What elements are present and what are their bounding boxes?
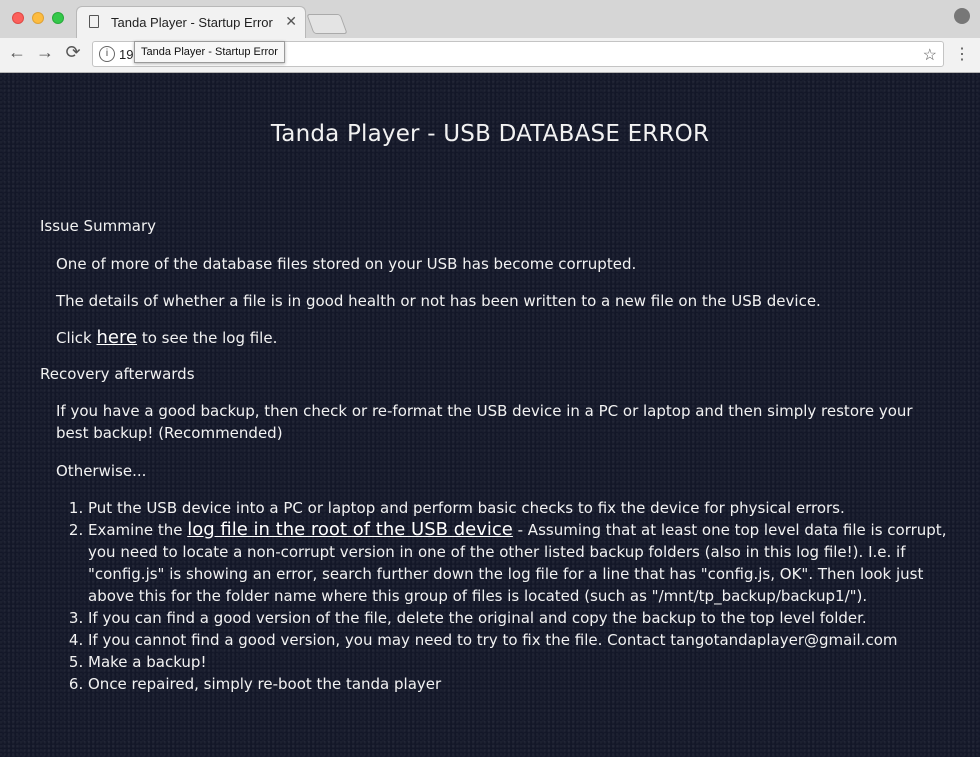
step-2-prefix: Examine the (88, 521, 188, 539)
click-suffix: to see the log file. (137, 329, 278, 347)
bookmark-star-icon[interactable]: ☆ (923, 45, 937, 65)
tab-tooltip: Tanda Player - Startup Error (134, 41, 285, 63)
log-file-link[interactable]: here (97, 327, 138, 348)
url-text[interactable]: 19 (119, 47, 133, 62)
recovery-p2: Otherwise... (56, 462, 147, 480)
step-1: Put the USB device into a PC or laptop a… (88, 497, 968, 519)
recovery-p1: If you have a good backup, then check or… (56, 402, 913, 442)
issue-summary-p2: The details of whether a file is in good… (56, 292, 821, 310)
info-icon[interactable]: i (99, 46, 115, 62)
back-icon[interactable]: ← (6, 42, 28, 63)
log-file-root-link[interactable]: log file in the root of the USB device (187, 519, 513, 540)
recovery-steps: Put the USB device into a PC or laptop a… (56, 497, 968, 695)
issue-summary-title: Issue Summary (40, 217, 157, 235)
profile-icon[interactable] (954, 8, 970, 24)
browser-tab[interactable]: Tanda Player - Startup Error ✕ (76, 6, 306, 38)
step-6: Once repaired, simply re-boot the tanda … (88, 673, 968, 695)
page-heading: Tanda Player - USB DATABASE ERROR (270, 121, 710, 147)
document-icon (89, 15, 99, 28)
maximize-window-button[interactable] (52, 12, 64, 24)
menu-icon[interactable]: ⋮ (954, 44, 970, 64)
click-here-line: Click here to see the log file. (56, 327, 277, 349)
close-window-button[interactable] (12, 12, 24, 24)
step-5: Make a backup! (88, 651, 968, 673)
recovery-title: Recovery afterwards (40, 365, 195, 383)
reload-icon[interactable]: ⟳ (62, 42, 84, 63)
issue-summary-p1: One of more of the database files stored… (56, 255, 637, 273)
minimize-window-button[interactable] (32, 12, 44, 24)
click-prefix: Click (56, 329, 97, 347)
tab-title: Tanda Player - Startup Error (111, 15, 273, 30)
forward-icon[interactable]: → (34, 42, 56, 63)
step-4: If you cannot find a good version, you m… (88, 629, 968, 651)
title-bar: Tanda Player - Startup Error ✕ (0, 0, 980, 38)
new-tab-button[interactable] (306, 14, 348, 34)
page-content: Tanda Player - USB DATABASE ERROR Issue … (0, 73, 980, 757)
step-3: If you can find a good version of the fi… (88, 607, 968, 629)
tab-close-icon[interactable]: ✕ (285, 13, 297, 30)
step-2: Examine the log file in the root of the … (88, 519, 968, 607)
